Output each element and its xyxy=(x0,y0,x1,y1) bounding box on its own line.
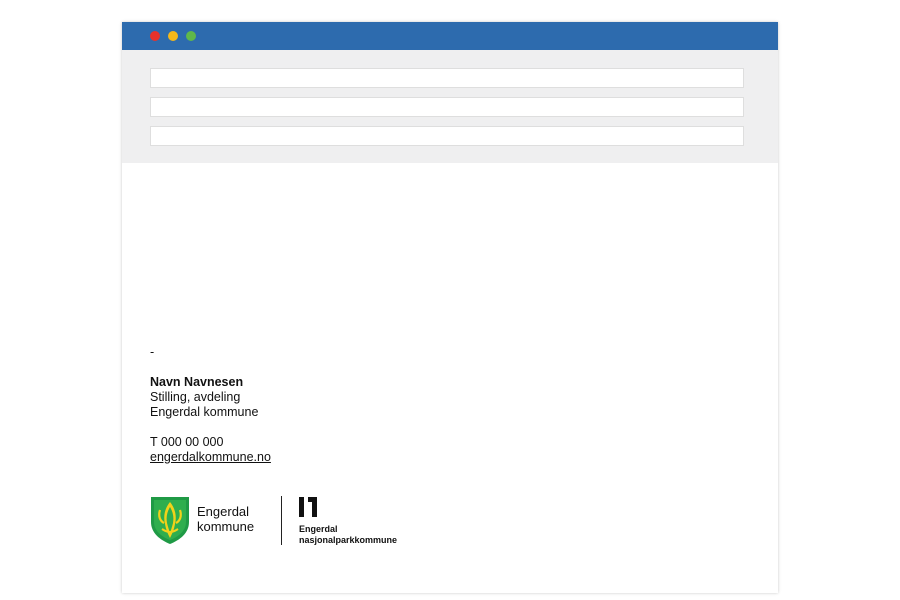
municipality-logo-text: Engerdal kommune xyxy=(197,504,255,534)
email-window: - Navn Navnesen Stilling, avdeling Enger… xyxy=(122,22,778,593)
title-bar xyxy=(122,22,778,50)
to-field[interactable] xyxy=(150,68,744,88)
email-signature: - Navn Navnesen Stilling, avdeling Enger… xyxy=(150,345,271,465)
logo-divider xyxy=(281,496,282,545)
park-logo-text: Engerdal nasjonalparkkommune xyxy=(299,524,398,545)
signature-logos: Engerdal kommune Engerdal nasjonalparkko… xyxy=(150,496,430,548)
signature-organization: Engerdal kommune xyxy=(150,405,259,419)
signature-name: Navn Navnesen xyxy=(150,375,244,389)
cc-field[interactable] xyxy=(150,97,744,117)
close-window-icon[interactable] xyxy=(150,31,160,41)
signature-website-link[interactable]: engerdalkommune.no xyxy=(150,450,271,465)
minimize-window-icon[interactable] xyxy=(168,31,178,41)
maximize-window-icon[interactable] xyxy=(186,31,196,41)
nasjonalpark-icon xyxy=(299,497,317,517)
coat-of-arms-icon xyxy=(151,497,189,544)
signature-title: Stilling, avdeling xyxy=(150,390,241,404)
signature-phone: T 000 00 000 xyxy=(150,435,224,449)
signature-separator: - xyxy=(150,345,155,359)
subject-field[interactable] xyxy=(150,126,744,146)
email-header xyxy=(122,50,778,163)
